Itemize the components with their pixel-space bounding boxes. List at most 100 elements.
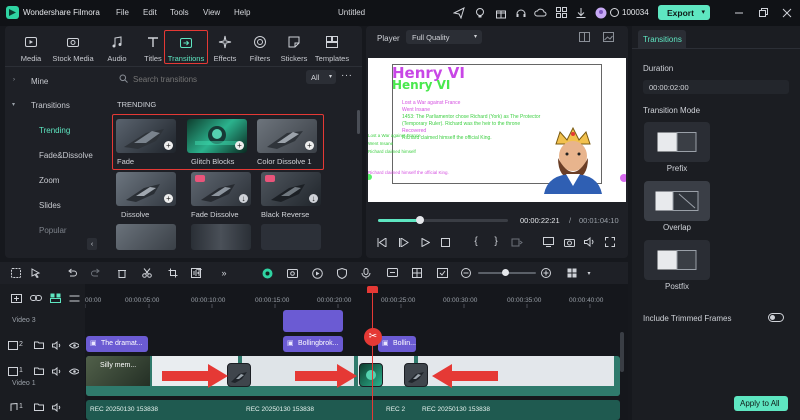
tab-transitions-properties[interactable]: Transitions [638, 30, 686, 48]
menu-edit[interactable]: Edit [143, 8, 157, 17]
undo-icon[interactable] [66, 267, 78, 279]
add-track-icon[interactable] [10, 293, 22, 303]
tab-media[interactable]: Media [9, 30, 53, 64]
speaker-icon[interactable] [52, 366, 62, 376]
collapse-sidebar-button[interactable]: ‹ [87, 238, 97, 250]
transition-thumb-row3-1[interactable] [116, 224, 176, 250]
mark-in-icon[interactable]: { [470, 235, 482, 247]
speed-icon[interactable] [311, 267, 323, 279]
ripple-icon[interactable] [68, 293, 80, 303]
add-icon[interactable]: + [235, 141, 244, 150]
sidebar-item-trending[interactable]: Trending [39, 126, 70, 135]
close-icon[interactable] [780, 6, 793, 19]
transition-thumb-fade-dissolve[interactable]: ↓ [191, 172, 251, 206]
snapshot-camera-icon[interactable] [563, 236, 575, 248]
compare-view-icon[interactable] [578, 31, 590, 43]
zoom-slider-knob[interactable] [502, 269, 509, 276]
eye-icon[interactable] [69, 366, 79, 376]
add-icon[interactable]: + [164, 194, 173, 203]
playhead-handle[interactable] [367, 286, 378, 293]
crop-icon[interactable] [167, 267, 179, 279]
play-icon[interactable] [419, 236, 431, 248]
menu-help[interactable]: Help [234, 8, 250, 17]
mark-out-icon[interactable]: } [490, 235, 502, 247]
grid-icon[interactable] [555, 6, 568, 19]
restore-icon[interactable] [756, 6, 769, 19]
transition-thumb-fade[interactable]: + [116, 119, 176, 153]
zoom-in-icon[interactable] [540, 267, 552, 279]
send-icon[interactable] [452, 6, 465, 19]
menu-view[interactable]: View [203, 8, 220, 17]
previous-frame-icon[interactable] [376, 236, 388, 248]
export-button[interactable]: Export ▾ [658, 5, 710, 20]
sidebar-item-slides[interactable]: Slides [39, 201, 61, 210]
sidebar-item-zoom[interactable]: Zoom [39, 176, 59, 185]
volume-icon[interactable] [583, 236, 595, 248]
tab-transitions[interactable]: Transitions [164, 30, 208, 64]
ai-assistant-icon[interactable] [261, 267, 273, 279]
title-clip[interactable]: ▣ Bollingbrok... [283, 336, 343, 352]
mode-overlap-card[interactable] [644, 181, 710, 221]
apply-to-all-button[interactable]: Apply to All [734, 396, 788, 411]
split-scissors-icon[interactable] [141, 267, 153, 279]
delete-icon[interactable] [116, 267, 128, 279]
playback-progress[interactable] [378, 216, 508, 224]
quality-select[interactable]: Full Quality ▾ [406, 30, 482, 44]
select-tool-icon[interactable] [10, 267, 22, 279]
transition-marker[interactable] [404, 363, 428, 387]
folder-icon[interactable] [34, 340, 44, 350]
mode-postfix-card[interactable] [644, 240, 710, 280]
timeline-more-icon[interactable]: ▾ [584, 267, 594, 279]
text-tool-icon[interactable]: T [192, 266, 206, 280]
transition-thumb-row3-2[interactable] [191, 224, 251, 250]
fullscreen-icon[interactable] [604, 236, 616, 248]
eye-icon[interactable] [69, 340, 79, 350]
minimize-icon[interactable] [732, 6, 745, 19]
zoom-out-icon[interactable] [460, 267, 472, 279]
transition-thumb-glitch-blocks[interactable]: + [187, 119, 247, 153]
link-icon[interactable] [30, 293, 42, 303]
progress-knob[interactable] [415, 216, 424, 224]
duration-input[interactable]: 00:00:02:00 [643, 80, 789, 94]
speaker-icon[interactable] [52, 340, 62, 350]
voiceover-icon[interactable] [386, 267, 398, 279]
magnet-icon[interactable] [49, 293, 61, 303]
title-clip[interactable]: ▣ The dramat... [86, 336, 148, 352]
transition-thumb-dissolve[interactable]: + [116, 172, 176, 206]
sidebar-item-popular[interactable]: Popular [39, 226, 67, 235]
folder-icon[interactable] [34, 366, 44, 376]
play-reverse-icon[interactable] [398, 236, 410, 248]
title-clip[interactable]: ▣ Bollin... [378, 336, 416, 352]
transition-thumb-row3-3[interactable] [261, 224, 321, 250]
tab-stock-media[interactable]: Stock Media [49, 30, 97, 64]
include-trimmed-toggle[interactable] [768, 313, 784, 322]
layout-grid-icon[interactable] [566, 267, 578, 279]
lightbulb-icon[interactable] [473, 6, 486, 19]
speaker-icon[interactable] [52, 402, 62, 412]
timeline-scrollbar[interactable] [620, 332, 624, 372]
download-icon[interactable]: ↓ [309, 194, 318, 203]
add-icon[interactable]: + [164, 141, 173, 150]
search-box[interactable] [117, 72, 301, 86]
transition-marker[interactable] [227, 363, 251, 387]
avatar[interactable] [594, 6, 607, 19]
shield-icon[interactable] [336, 267, 348, 279]
menu-tools[interactable]: Tools [170, 8, 189, 17]
more-tools-icon[interactable]: » [218, 267, 230, 279]
video-preview[interactable]: Henry VI Henry VI Lost a War against Fra… [368, 58, 626, 202]
headset-icon[interactable] [514, 6, 527, 19]
gift-icon[interactable] [494, 6, 507, 19]
transition-marker[interactable] [359, 363, 383, 387]
sidebar-item-mine[interactable]: Mine [31, 77, 48, 86]
download-icon[interactable] [574, 6, 587, 19]
add-icon[interactable]: + [305, 141, 314, 150]
more-options-icon[interactable]: ··· [341, 70, 353, 81]
transition-thumb-black-reverse[interactable]: ↓ [261, 172, 321, 206]
tab-templates[interactable]: Templates [309, 30, 355, 64]
green-handle-left[interactable] [368, 174, 372, 180]
monitor-icon[interactable] [542, 236, 554, 248]
search-input[interactable] [133, 72, 293, 86]
snapshot-view-icon[interactable] [602, 31, 614, 43]
library-scrollbar[interactable] [357, 110, 360, 134]
cloud-icon[interactable] [534, 6, 547, 19]
